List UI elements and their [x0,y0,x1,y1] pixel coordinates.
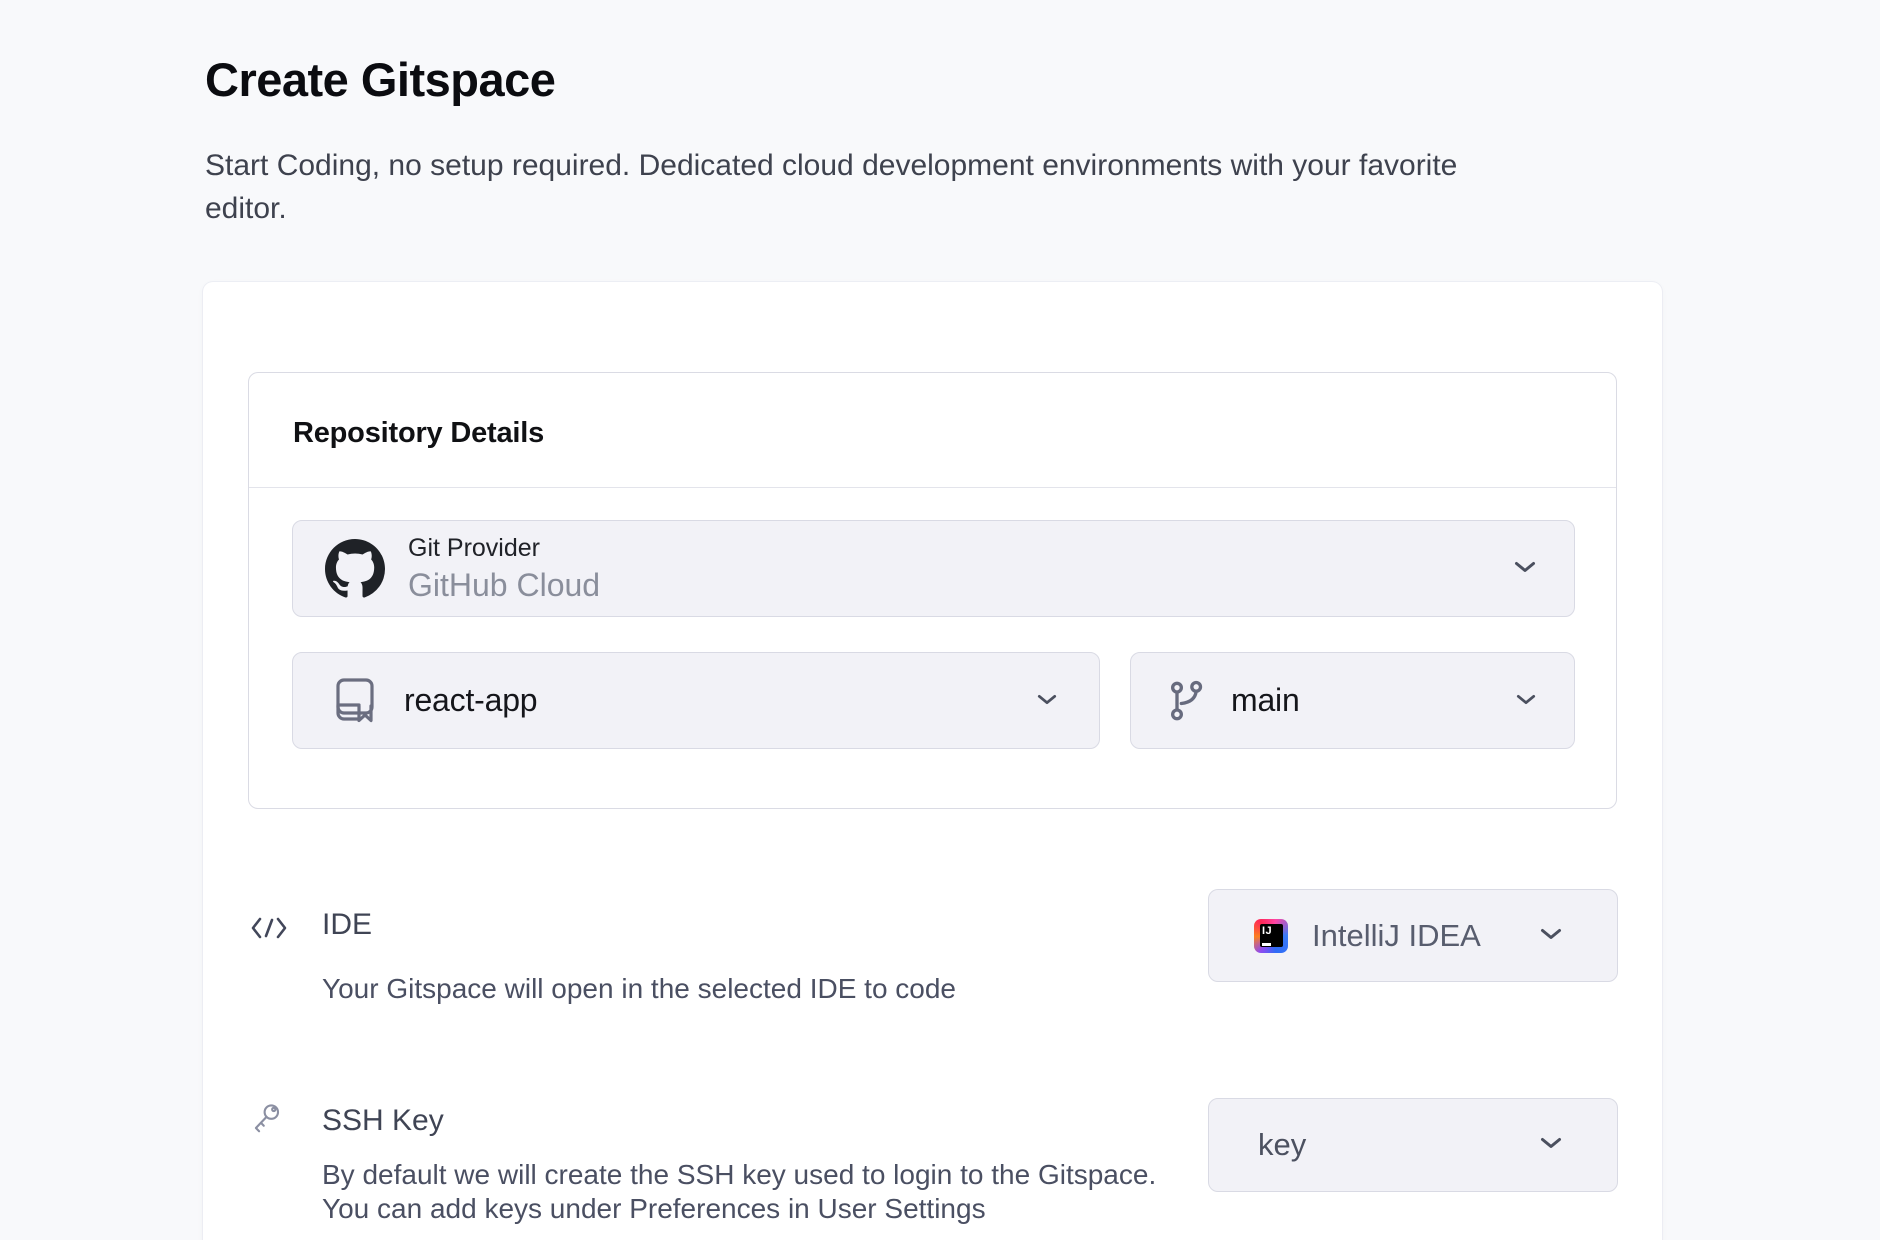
ide-label: IDE [322,908,372,942]
ssh-key-selected-value: key [1258,1127,1306,1163]
git-provider-value: GitHub Cloud [408,566,600,604]
create-gitspace-page: Create Gitspace Start Coding, no setup r… [0,0,1880,1240]
branch-select[interactable]: main [1130,652,1575,749]
repository-value: react-app [404,682,537,719]
repo-book-icon [331,675,379,727]
intellij-idea-icon: IJ [1254,919,1288,953]
page-title: Create Gitspace [205,52,555,107]
git-provider-texts: Git Provider GitHub Cloud [408,533,600,604]
key-icon [250,1102,282,1136]
chevron-down-icon [1540,1136,1562,1154]
ssh-key-description: By default we will create the SSH key us… [322,1158,1156,1226]
chevron-down-icon [1037,692,1057,710]
chevron-down-icon [1540,927,1562,945]
git-provider-label: Git Provider [408,533,600,563]
intellij-underline [1262,943,1271,946]
ssh-key-description-line-2: You can add keys under Preferences in Us… [322,1192,1156,1226]
ide-description: Your Gitspace will open in the selected … [322,972,956,1006]
repository-select[interactable]: react-app [292,652,1100,749]
page-subtitle-line-2: editor. [205,187,1457,230]
git-branch-icon [1167,679,1207,723]
git-provider-select[interactable]: Git Provider GitHub Cloud [292,520,1575,617]
ide-selected-value: IntelliJ IDEA [1312,918,1481,954]
ide-dropdown[interactable]: IJ IntelliJ IDEA [1208,889,1618,982]
chevron-down-icon [1516,692,1536,710]
code-brackets-icon [250,916,288,940]
page-subtitle-line-1: Start Coding, no setup required. Dedicat… [205,144,1457,187]
github-icon [325,539,385,599]
intellij-letters: IJ [1262,926,1272,937]
repository-details-title: Repository Details [293,417,544,450]
ssh-key-label: SSH Key [322,1104,444,1138]
repository-details-header: Repository Details [249,373,1616,488]
ssh-key-dropdown[interactable]: key [1208,1098,1618,1192]
chevron-down-icon [1514,560,1536,578]
page-subtitle: Start Coding, no setup required. Dedicat… [205,144,1457,230]
ssh-key-description-line-1: By default we will create the SSH key us… [322,1158,1156,1192]
branch-value: main [1231,682,1300,719]
